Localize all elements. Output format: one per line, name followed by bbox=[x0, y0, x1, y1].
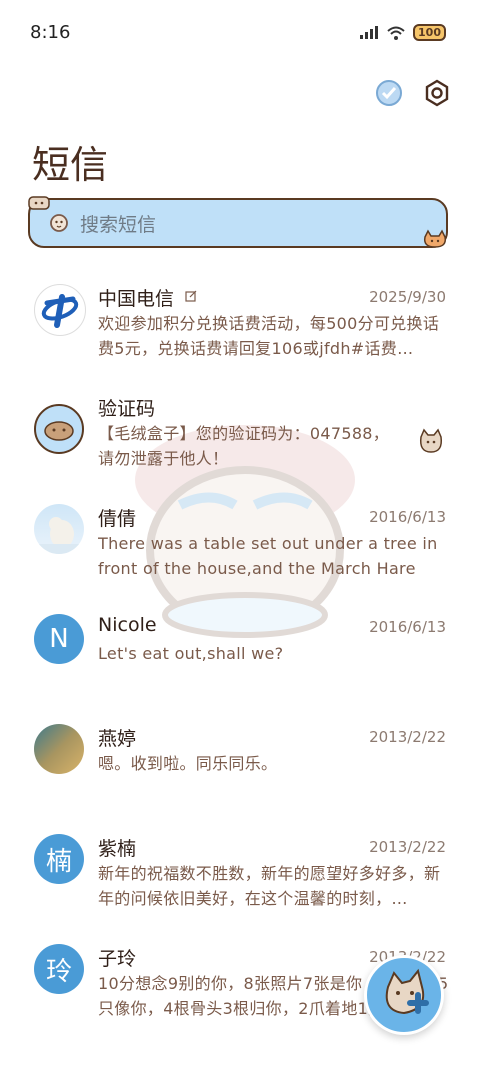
conversation-row[interactable]: 倩倩 2016/6/13 There was a table set out u… bbox=[0, 488, 480, 598]
check-circle-icon bbox=[376, 80, 402, 106]
top-actions bbox=[374, 78, 452, 108]
search-icon bbox=[50, 214, 68, 232]
gear-icon bbox=[425, 79, 449, 107]
conversation-preview: 新年的祝福数不胜数，新年的愿望好多好多，新年的问候依旧美好，在这个温馨的时刻，… bbox=[98, 864, 441, 908]
pet-sticker-icon bbox=[419, 428, 443, 453]
conversation-preview: 欢迎参加积分兑换话费活动，每500分可兑换话费5元，兑换话费请回复106或jfd… bbox=[98, 314, 440, 358]
conversation-name: 燕婷 bbox=[98, 728, 137, 750]
conversation-list: 中国电信 2025/9/30 欢迎参加积分兑换话费活动，每500分可兑换话费5元… bbox=[0, 268, 480, 1038]
conversation-date: 2025/9/30 bbox=[369, 288, 446, 306]
status-time: 8:16 bbox=[30, 22, 71, 43]
conversation-name: 子玲 bbox=[98, 948, 137, 970]
letter-avatar: 玲 bbox=[34, 944, 84, 994]
conversation-date: 2013/2/22 bbox=[369, 838, 446, 856]
conversation-name: Nicole bbox=[98, 614, 157, 636]
conversation-preview: Let's eat out,shall we? bbox=[98, 644, 284, 663]
hamster-avatar-icon bbox=[34, 404, 84, 454]
edit-note-icon bbox=[185, 290, 197, 302]
letter-avatar: 楠 bbox=[34, 834, 84, 884]
cat-sticker-icon bbox=[423, 229, 447, 248]
conversation-row[interactable]: 中国电信 2025/9/30 欢迎参加积分兑换话费活动，每500分可兑换话费5元… bbox=[0, 268, 480, 378]
search-placeholder: 搜索短信 bbox=[80, 213, 157, 236]
landscape-avatar-icon bbox=[34, 724, 84, 774]
conversation-date: 2016/6/13 bbox=[369, 618, 446, 636]
conversation-row[interactable]: N Nicole 2016/6/13 Let's eat out,shall w… bbox=[0, 598, 480, 708]
compose-plus-icon bbox=[385, 968, 429, 1015]
letter-avatar: N bbox=[34, 614, 84, 664]
settings-button[interactable] bbox=[422, 78, 452, 108]
status-icons: 100 bbox=[359, 24, 446, 41]
new-message-button[interactable] bbox=[364, 955, 444, 1035]
corner-sticker-icon bbox=[28, 196, 50, 210]
conversation-name: 验证码 bbox=[98, 398, 156, 420]
conversation-date: 2016/6/13 bbox=[369, 508, 446, 526]
telecom-avatar-icon bbox=[34, 284, 86, 336]
conversation-preview: 【毛绒盒子】您的验证码为：047588，请勿泄露于他人！ bbox=[98, 424, 390, 468]
conversation-row[interactable]: 燕婷 2013/2/22 嗯。收到啦。同乐同乐。 bbox=[0, 708, 480, 818]
conversation-name: 倩倩 bbox=[98, 508, 137, 530]
status-bar: 8:16 100 bbox=[0, 0, 480, 68]
conversation-row[interactable]: 验证码 【毛绒盒子】您的验证码为：047588，请勿泄露于他人！ bbox=[0, 378, 480, 488]
wifi-icon bbox=[387, 26, 405, 40]
conversation-preview: 嗯。收到啦。同乐同乐。 bbox=[98, 754, 278, 773]
conversation-name: 中国电信 bbox=[98, 288, 175, 310]
search-bar[interactable]: 搜索短信 bbox=[28, 196, 448, 248]
conversation-preview: There was a table set out under a tree i… bbox=[98, 534, 438, 578]
conversation-date: 2013/2/22 bbox=[369, 728, 446, 746]
page-title: 短信 bbox=[32, 143, 109, 187]
battery-icon: 100 bbox=[413, 24, 446, 41]
select-check-button[interactable] bbox=[374, 78, 404, 108]
signal-icon bbox=[360, 25, 379, 39]
polar-bear-avatar-icon bbox=[34, 504, 84, 554]
conversation-row[interactable]: 楠 紫楠 2013/2/22 新年的祝福数不胜数，新年的愿望好多好多，新年的问候… bbox=[0, 818, 480, 928]
conversation-name: 紫楠 bbox=[98, 838, 137, 860]
